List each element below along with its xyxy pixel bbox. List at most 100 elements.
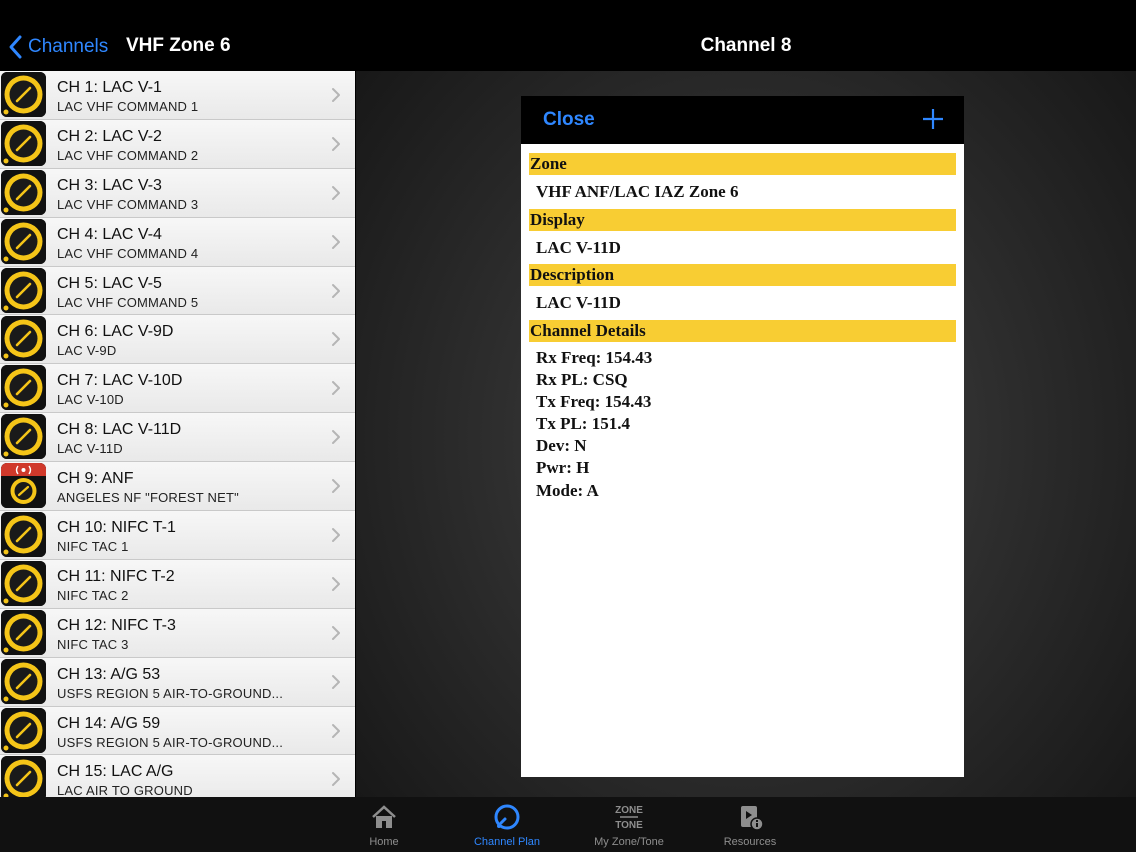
card-body: Zone VHF ANF/LAC IAZ Zone 6 Display LAC …: [529, 153, 956, 502]
chevron-right-icon: [332, 283, 340, 298]
knob-icon: [1, 414, 46, 460]
channel-row[interactable]: CH 8: LAC V-11D LAC V-11D: [0, 413, 355, 463]
svg-text:TONE: TONE: [615, 820, 643, 831]
channel-detail-card: Close Zone VHF ANF/LAC IAZ Zone 6 Displa…: [521, 96, 964, 777]
tab-label: Home: [369, 836, 399, 848]
tab-home[interactable]: Home: [329, 797, 439, 852]
channel-row[interactable]: CH 7: LAC V-10D LAC V-10D: [0, 364, 355, 414]
knob-icon: [1, 365, 46, 411]
channel-subtitle: LAC VHF COMMAND 3: [57, 196, 199, 212]
card-header: Close: [521, 96, 964, 144]
right-navigation-bar: Channel 8: [356, 0, 1136, 71]
plus-icon[interactable]: [922, 108, 944, 130]
channel-detail-line: Mode: A: [536, 480, 599, 500]
channel-title: CH 8: LAC V-11D: [57, 421, 182, 439]
channel-row[interactable]: CH 3: LAC V-3 LAC VHF COMMAND 3: [0, 168, 355, 218]
channel-list-pane: Channels VHF Zone 6 CH 1: LAC V-1 LAC VH…: [0, 0, 355, 797]
knob-icon: [1, 72, 46, 117]
channel-detail-title: Channel 8: [700, 35, 792, 56]
tab-bar: Home Channel Plan ZONE TONE My Zone/Tone Reso…: [0, 797, 1136, 852]
channel-subtitle: LAC V-11D: [57, 441, 123, 457]
tab-label: My Zone/Tone: [594, 836, 664, 848]
knob-icon: [1, 560, 46, 606]
knob-icon: [1, 218, 46, 264]
chevron-right-icon: [332, 625, 340, 640]
channel-title: CH 4: LAC V-4: [57, 225, 162, 243]
chevron-right-icon: [332, 576, 340, 591]
tab-label: Channel Plan: [473, 836, 541, 848]
knob-icon: [1, 756, 46, 797]
channel-detail-line: Tx PL: 151.4: [536, 414, 630, 434]
channel-detail-line: Dev: N: [536, 436, 587, 456]
channel-title: CH 13: A/G 53: [57, 665, 161, 683]
channel-row[interactable]: CH 11: NIFC T-2 NIFC TAC 2: [0, 559, 355, 609]
left-navigation-bar: Channels VHF Zone 6: [0, 0, 355, 71]
knob-icon: [1, 169, 46, 215]
chevron-right-icon: [332, 185, 340, 200]
channel-title: CH 7: LAC V-10D: [57, 372, 183, 390]
chevron-right-icon: [332, 528, 340, 543]
channel-details-list: Rx Freq: 154.43 Rx PL: CSQ Tx Freq: 154.43…: [529, 342, 956, 502]
back-button-label: Channels: [28, 36, 109, 57]
zone-tone-icon: ZONE TONE: [615, 805, 643, 831]
channel-subtitle: USFS REGION 5 AIR-TO-GROUND...: [57, 685, 284, 701]
knob-icon: [1, 658, 46, 704]
channel-row[interactable]: CH 6: LAC V-9D LAC V-9D: [0, 315, 355, 365]
channel-subtitle: LAC VHF COMMAND 5: [57, 294, 199, 310]
zone-title: VHF Zone 6: [126, 35, 231, 56]
channel-title: CH 12: NIFC T-3: [57, 616, 176, 634]
channel-subtitle: USFS REGION 5 AIR-TO-GROUND...: [57, 734, 284, 750]
channel-row[interactable]: CH 14: A/G 59 USFS REGION 5 AIR-TO-GROUN…: [0, 706, 355, 756]
channel-subtitle: LAC AIR TO GROUND: [57, 783, 193, 797]
chevron-right-icon: [332, 332, 340, 347]
tab-resources[interactable]: Resources: [695, 797, 805, 852]
chevron-right-icon: [332, 772, 340, 787]
close-button[interactable]: Close: [543, 109, 595, 131]
description-section-header: Description: [529, 264, 956, 286]
channel-subtitle: NIFC TAC 2: [57, 587, 129, 603]
channel-subtitle: LAC VHF COMMAND 4: [57, 245, 199, 261]
channel-row[interactable]: CH 2: LAC V-2 LAC VHF COMMAND 2: [0, 119, 355, 169]
channel-title: CH 2: LAC V-2: [57, 127, 162, 145]
tab-label: Resources: [723, 836, 777, 848]
channel-title: CH 3: LAC V-3: [57, 176, 162, 194]
chevron-right-icon: [332, 88, 340, 102]
channel-subtitle: LAC VHF COMMAND 1: [57, 99, 199, 114]
channel-row[interactable]: CH 12: NIFC T-3 NIFC TAC 3: [0, 608, 355, 658]
channel-title: CH 11: NIFC T-2: [57, 567, 175, 585]
chevron-right-icon: [332, 674, 340, 689]
channel-row[interactable]: CH 15: LAC A/G LAC AIR TO GROUND: [0, 755, 355, 797]
display-value: LAC V-11D: [536, 237, 621, 257]
knob-icon: [1, 316, 46, 362]
home-icon: [372, 805, 396, 828]
channel-detail-line: Tx Freq: 154.43: [536, 391, 652, 411]
svg-text:ZONE: ZONE: [615, 805, 643, 816]
knob-icon: [1, 609, 46, 655]
chevron-right-icon: [332, 479, 340, 494]
channel-row[interactable]: CH 4: LAC V-4 LAC VHF COMMAND 4: [0, 217, 355, 267]
channel-row[interactable]: CH 13: A/G 53 USFS REGION 5 AIR-TO-GROUN…: [0, 657, 355, 707]
knob-icon: [1, 120, 46, 166]
channel-title: CH 10: NIFC T-1: [57, 519, 176, 537]
channel-row[interactable]: CH 5: LAC V-5 LAC VHF COMMAND 5: [0, 266, 355, 316]
channel-row[interactable]: CH 1: LAC V-1 LAC VHF COMMAND 1: [0, 71, 355, 120]
channel-subtitle: LAC V-10D: [57, 392, 124, 408]
chevron-right-icon: [332, 381, 340, 396]
tab-channel-plan[interactable]: Channel Plan: [452, 797, 562, 852]
zone-value: VHF ANF/LAC IAZ Zone 6: [536, 182, 739, 201]
channel-row[interactable]: CH 10: NIFC T-1 NIFC TAC 1: [0, 511, 355, 560]
knob-icon: [1, 707, 46, 753]
channel-title: CH 9: ANF: [57, 470, 134, 488]
knob-icon: [1, 512, 46, 558]
tab-my-zone-tone[interactable]: ZONE TONE My Zone/Tone: [574, 797, 684, 852]
channel-detail-line: Rx Freq: 154.43: [536, 347, 653, 367]
channel-subtitle: NIFC TAC 1: [57, 539, 129, 555]
channel-details-section-header: Channel Details: [529, 319, 956, 342]
chevron-right-icon: [332, 723, 340, 738]
channel-title: CH 15: LAC A/G: [57, 763, 174, 781]
channel-row[interactable]: CH 9: ANF ANGELES NF "FOREST NET": [0, 462, 355, 512]
back-to-channels-button[interactable]: Channels: [8, 33, 108, 61]
resources-icon: [741, 806, 764, 831]
channel-subtitle: LAC V-9D: [57, 343, 117, 359]
description-value: LAC V-11D: [536, 293, 621, 312]
